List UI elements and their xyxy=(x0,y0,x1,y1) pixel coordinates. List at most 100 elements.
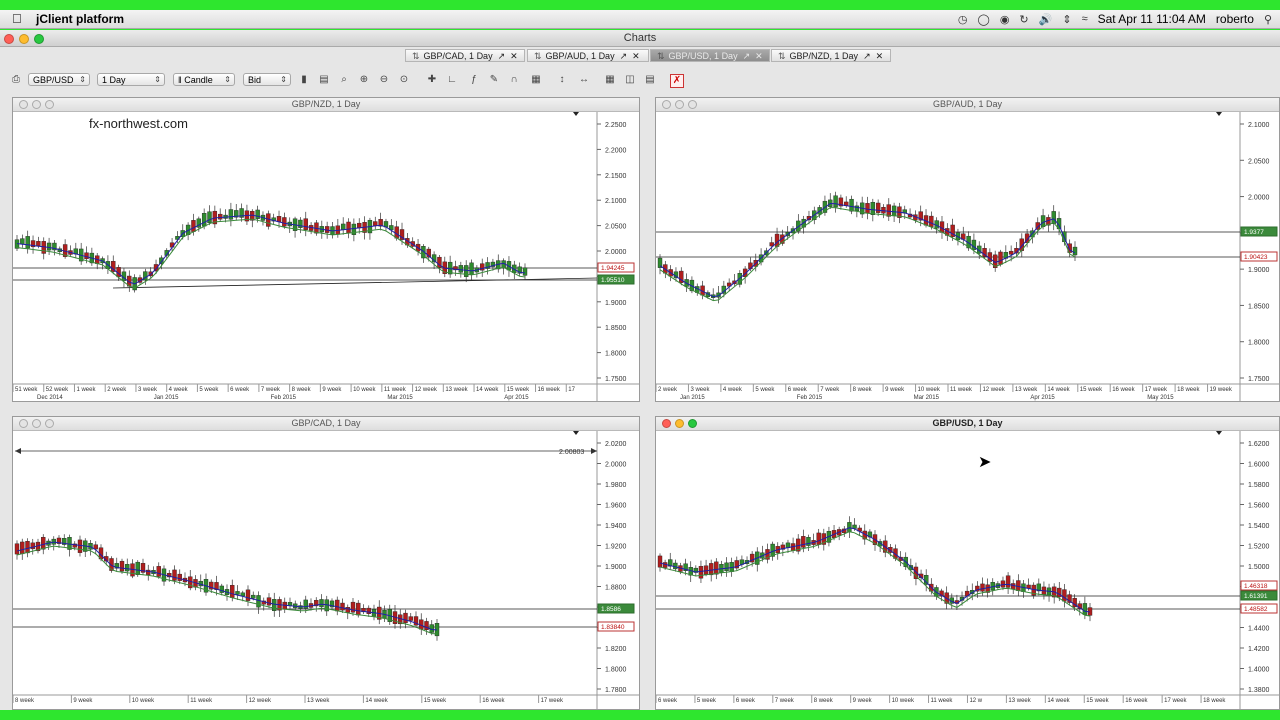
close-icon[interactable]: ✕ xyxy=(632,51,640,61)
candle-body xyxy=(724,562,729,572)
template-icon[interactable]: ◫ xyxy=(624,74,636,86)
zoom-in-icon[interactable]: ⊕ xyxy=(358,74,370,86)
crosshair-icon[interactable]: ✚ xyxy=(426,74,438,86)
side-select[interactable]: Bid ⇕ xyxy=(243,73,291,86)
week-label: 1 week xyxy=(76,387,96,393)
candlestick-chart[interactable]: 2.2500 2.2000 2.1500 2.1000 2.0500 2.0000 1.95… xyxy=(13,112,639,401)
tab-gbp-cad[interactable]: ⇅ GBP/CAD, 1 Day ↗ ✕ xyxy=(405,49,525,62)
panel-minimize-button[interactable] xyxy=(675,419,684,428)
candle-body xyxy=(25,236,30,249)
drawing-icon[interactable]: ✎ xyxy=(488,74,500,86)
detach-icon[interactable]: ↗ xyxy=(498,51,506,61)
alert-icon[interactable]: ✗ xyxy=(670,74,684,88)
y-tick-label: 2.0000 xyxy=(605,249,627,256)
apple-icon[interactable]:  xyxy=(12,11,22,26)
panel-titlebar: GBP/CAD, 1 Day xyxy=(13,417,639,431)
y-tick-label: 1.7500 xyxy=(605,376,627,383)
candle-body xyxy=(282,217,287,227)
volume-icon[interactable]: 🔊 xyxy=(1039,13,1053,26)
candle-body xyxy=(135,561,140,575)
zoom-out-icon[interactable]: ⊖ xyxy=(378,74,390,86)
week-label: 12 week xyxy=(982,387,1005,393)
detach-icon[interactable]: ↗ xyxy=(863,51,871,61)
calculator-icon[interactable]: ▦ xyxy=(530,74,542,86)
price-label: 1.8586 xyxy=(601,606,621,613)
sync-icon[interactable]: ↻ xyxy=(1019,13,1028,26)
candle-body xyxy=(1082,603,1088,615)
chart-panel-gbp-cad[interactable]: GBP/CAD, 1 Day 2.0200 2.0000 1.9800 1.9600 1… xyxy=(12,416,640,710)
detach-icon[interactable]: ↗ xyxy=(743,51,751,61)
y-tick-label: 1.5000 xyxy=(1248,564,1270,571)
spotlight-icon[interactable]: ⚲ xyxy=(1264,13,1272,26)
y-tick-label: 1.4200 xyxy=(1248,646,1270,653)
close-icon[interactable]: ✕ xyxy=(876,51,884,61)
panel-close-button[interactable] xyxy=(662,419,671,428)
panel-minimize-button[interactable] xyxy=(32,100,41,109)
chart-type-select[interactable]: ‖ Candle ⇕ xyxy=(173,73,235,86)
chart-toolbar: ⎙ GBP/USD ⇕ 1 Day ⇕ ‖ Candle ⇕ Bid ⇕ ▮ ▤ ⌕ ⊕… xyxy=(0,71,1280,91)
candle-body xyxy=(1062,589,1067,602)
y-tick-label: 1.5800 xyxy=(1248,482,1270,489)
bar-chart-icon[interactable]: ▮ xyxy=(298,74,310,86)
fx-icon[interactable]: ƒ xyxy=(468,74,480,86)
panel-close-button[interactable] xyxy=(662,100,671,109)
week-label: 8 week xyxy=(15,698,35,704)
panel-close-button[interactable] xyxy=(19,100,28,109)
tab-gbp-aud[interactable]: ⇅ GBP/AUD, 1 Day ↗ ✕ xyxy=(527,49,649,62)
chart-panel-gbp-nzd[interactable]: GBP/NZD, 1 Day 2.2500 2.2000 2.1500 2.1000 2… xyxy=(12,97,640,402)
layout-grid-icon[interactable]: ▦ xyxy=(604,74,616,86)
candle-body xyxy=(847,522,852,532)
record-icon[interactable]: ◉ xyxy=(1000,13,1010,26)
panel-zoom-button[interactable] xyxy=(45,100,54,109)
price-label: 1.46318 xyxy=(1244,583,1268,590)
chart-tabs: ⇅ GBP/CAD, 1 Day ↗ ✕ ⇅ GBP/AUD, 1 Day ↗ ✕ ⇅ GBP… xyxy=(0,48,1280,64)
candle-body xyxy=(319,599,324,608)
panel-minimize-button[interactable] xyxy=(675,100,684,109)
instrument-select[interactable]: GBP/USD ⇕ xyxy=(28,73,90,86)
week-label: 13 week xyxy=(1015,387,1038,393)
settings-icon[interactable]: ▤ xyxy=(644,74,656,86)
candlestick-chart[interactable]: 1.6200 1.6000 1.5800 1.5600 1.5400 1.5200 1.50… xyxy=(656,431,1279,709)
user-name[interactable]: roberto xyxy=(1216,12,1254,26)
zoom-reset-icon[interactable]: ⊙ xyxy=(398,74,410,86)
window-title: Charts xyxy=(623,32,657,44)
candle-body xyxy=(870,201,876,215)
panel-zoom-button[interactable] xyxy=(688,100,697,109)
time-machine-icon[interactable]: ◷ xyxy=(958,13,968,26)
tab-gbp-usd[interactable]: ⇅ GBP/USD, 1 Day ↗ ✕ xyxy=(650,49,770,62)
candle-body xyxy=(201,213,207,227)
indicators-icon[interactable]: ▤ xyxy=(318,74,330,86)
bluetooth-icon[interactable]: ⇕ xyxy=(1062,13,1071,26)
candle-body xyxy=(345,607,350,613)
arrows-icon[interactable]: ↔ xyxy=(578,74,590,86)
print-icon[interactable]: ⎙ xyxy=(10,74,22,86)
zoom-fit-icon[interactable]: ⌕ xyxy=(338,74,350,86)
candlestick-chart[interactable]: 2.0200 2.0000 1.9800 1.9600 1.9400 1.9200 1.90… xyxy=(13,431,639,709)
candle-body xyxy=(801,536,806,548)
chart-panel-gbp-aud[interactable]: GBP/AUD, 1 Day 2.10002.05002.00001.95001… xyxy=(655,97,1280,402)
tab-gbp-nzd[interactable]: ⇅ GBP/NZD, 1 Day ↗ ✕ xyxy=(771,49,891,62)
screen-share-icon[interactable]: ◯ xyxy=(978,13,990,26)
panel-zoom-button[interactable] xyxy=(688,419,697,428)
candle-body xyxy=(303,218,308,230)
detach-icon[interactable]: ↗ xyxy=(620,51,628,61)
close-icon[interactable]: ✕ xyxy=(755,51,763,61)
panel-minimize-button[interactable] xyxy=(32,419,41,428)
clock[interactable]: Sat Apr 11 11:04 AM xyxy=(1098,12,1206,26)
app-name[interactable]: jClient platform xyxy=(36,12,124,26)
trend-icon[interactable]: ↕ xyxy=(556,74,568,86)
candlestick-chart[interactable]: 2.10002.05002.00001.95001.90001.85001.80… xyxy=(656,112,1279,401)
close-icon[interactable]: ✕ xyxy=(510,51,518,61)
panel-zoom-button[interactable] xyxy=(45,419,54,428)
week-label: 18 week xyxy=(1177,387,1200,393)
chart-panel-gbp-usd[interactable]: GBP/USD, 1 Day 1.6200 1.6000 1.5800 1.5600 1… xyxy=(655,416,1280,710)
panel-close-button[interactable] xyxy=(19,419,28,428)
axis-icon[interactable]: ∟ xyxy=(446,74,458,86)
candle-body xyxy=(340,223,346,230)
panel-titlebar: GBP/AUD, 1 Day xyxy=(656,98,1279,112)
magnet-icon[interactable]: ∩ xyxy=(508,74,520,86)
wifi-icon[interactable]: ≈ xyxy=(1082,13,1088,25)
week-label: 9 week xyxy=(73,698,93,704)
candle-body xyxy=(41,536,46,550)
period-select[interactable]: 1 Day ⇕ xyxy=(97,73,165,86)
